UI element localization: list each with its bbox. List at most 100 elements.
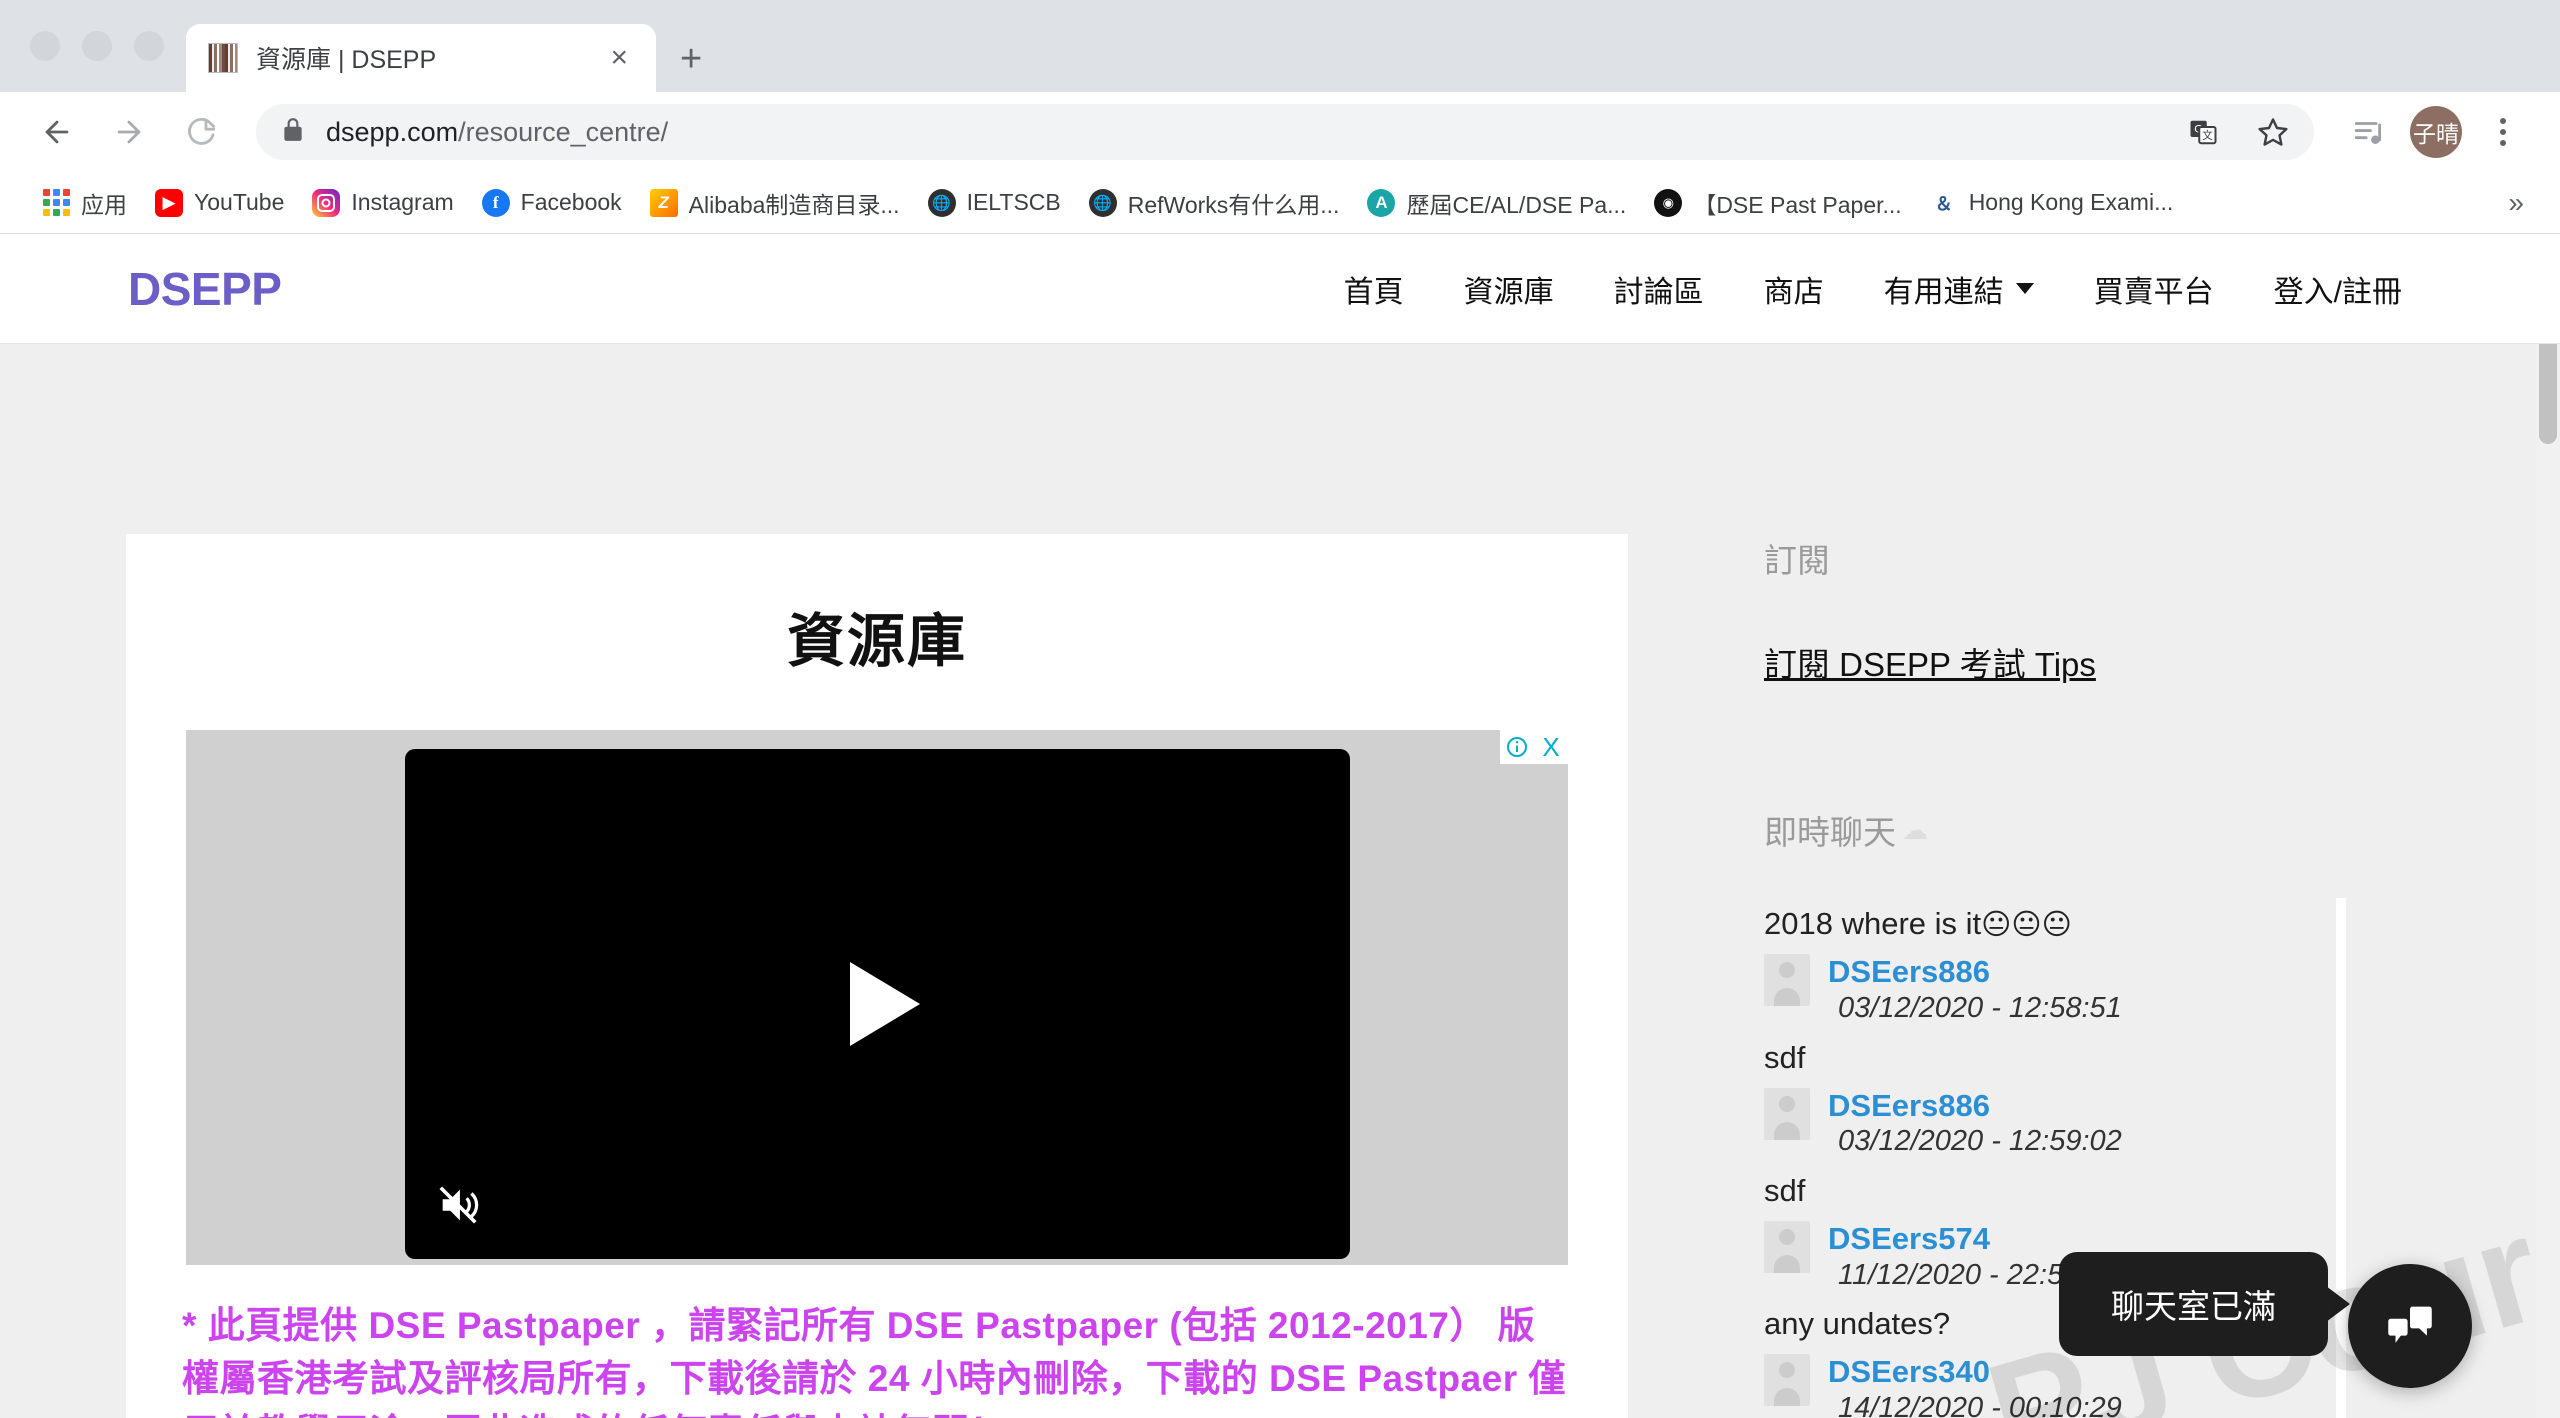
chat-username[interactable]: DSEers886 <box>1828 954 1990 989</box>
bookmark-label: Facebook <box>520 189 622 215</box>
bookmark-label: Instagram <box>351 189 454 215</box>
nav-item-login-register[interactable]: 登入/註冊 <box>2244 267 2432 311</box>
ad-close-icon[interactable]: X <box>1534 730 1568 764</box>
nav-item-marketplace[interactable]: 買賣平台 <box>2064 267 2244 311</box>
bookmark-label: 应用 <box>81 191 127 218</box>
instagram-icon <box>312 188 341 217</box>
media-control-icon[interactable] <box>2338 101 2400 163</box>
chat-body-text: 2018 where is it <box>1764 906 1982 941</box>
chat-timestamp: 14/12/2020 - 00:10:29 <box>1838 1391 2122 1418</box>
tab-title: 資源庫 | DSEPP <box>256 46 437 74</box>
star-icon[interactable] <box>2242 101 2304 163</box>
bookmark-apps[interactable]: 应用 <box>28 179 141 227</box>
chat-scrollbar-thumb[interactable] <box>2336 898 2346 1418</box>
ad-video-player[interactable] <box>404 748 1350 1259</box>
subscribe-link[interactable]: 訂閱 DSEPP 考試 Tips <box>1764 638 2096 686</box>
forward-arrow-icon[interactable] <box>98 101 160 163</box>
bookmark-youtube[interactable]: ▶ YouTube <box>141 179 298 227</box>
nav-item-useful-links[interactable]: 有用連結 <box>1854 267 2064 311</box>
seal-icon: ◉ <box>1654 188 1683 217</box>
bookmark-dse-past-paper[interactable]: ◉ 【DSE Past Paper... <box>1640 179 1915 227</box>
chat-room-full-tooltip: 聊天室已滿 <box>2059 1252 2328 1356</box>
avatar <box>1764 1354 1810 1407</box>
main-content-card: 資源庫 X * 此頁提供 DSE Pastpaper ，請緊記所有 DSE Pa… <box>126 534 1628 1418</box>
bookmark-facebook[interactable]: f Facebook <box>468 179 636 227</box>
chat-body: sdf <box>1764 1172 1806 1208</box>
nav-label: 登入/註冊 <box>2273 275 2402 309</box>
profile-avatar[interactable]: 子晴 <box>2410 106 2462 158</box>
minimize-window-button[interactable] <box>82 31 112 61</box>
nav-item-home[interactable]: 首頁 <box>1314 267 1434 311</box>
youtube-icon: ▶ <box>155 188 183 217</box>
reload-icon[interactable] <box>170 101 232 163</box>
translate-icon[interactable]: G文 <box>2172 101 2234 163</box>
chat-message: 2018 where is it😐😐😐 DSEers886 03/12/2020… <box>1764 898 2464 1032</box>
live-chat-heading: 即時聊天 ☁ <box>1764 806 2464 854</box>
bookmark-label: 歷屆CE/AL/DSE Pa... <box>1406 191 1627 218</box>
nav-item-shop[interactable]: 商店 <box>1734 267 1854 311</box>
site-navigation: 首頁 資源庫 討論區 商店 有用連結 買賣平台 登入/註冊 <box>1314 267 2432 311</box>
chat-identity: DSEers340 14/12/2020 - 00:10:29 <box>1828 1354 2122 1418</box>
hkeaa-icon: ＆ <box>1929 188 1958 217</box>
nav-item-resources[interactable]: 資源庫 <box>1434 267 1584 311</box>
apps-grid-icon <box>42 189 70 217</box>
globe-icon: 🌐 <box>1088 188 1117 217</box>
close-icon[interactable]: × <box>604 43 634 73</box>
bookmark-past-papers[interactable]: A 歷屆CE/AL/DSE Pa... <box>1353 179 1640 227</box>
chat-scrollbar[interactable] <box>2336 898 2346 1418</box>
chevron-down-icon <box>2015 283 2034 294</box>
chat-identity: DSEers886 03/12/2020 - 12:59:02 <box>1828 1088 2122 1161</box>
chat-bubbles-icon[interactable] <box>2348 1264 2472 1388</box>
subscribe-heading: 訂閱 <box>1764 542 1830 579</box>
back-arrow-icon[interactable] <box>26 101 88 163</box>
page-scrollbar[interactable] <box>2536 234 2560 1418</box>
bookmarks-overflow-button[interactable]: » <box>2508 187 2532 219</box>
new-tab-button[interactable]: + <box>680 40 702 78</box>
nav-label: 商店 <box>1763 275 1824 309</box>
tab-strip: 資源庫 | DSEPP × + <box>0 0 2560 92</box>
bookmark-label: RefWorks有什么用... <box>1127 191 1340 218</box>
chat-meta: DSEers886 03/12/2020 - 12:58:51 <box>1764 948 2464 1031</box>
address-bar[interactable]: dsepp.com/resource_centre/ G文 <box>256 104 2314 160</box>
bookmark-label: YouTube <box>194 189 285 215</box>
site-header: DSEPP 首頁 資源庫 討論區 商店 有用連結 買賣平台 登入/註冊 <box>0 234 2560 344</box>
emoji-run: 😐😐😐 <box>1981 909 2072 941</box>
ad-controls: X <box>1500 730 1568 764</box>
window-controls <box>16 0 186 92</box>
play-button[interactable] <box>850 961 920 1046</box>
site-logo[interactable]: DSEPP <box>128 262 282 316</box>
omnibox-actions: G文 <box>2172 101 2304 163</box>
bookmark-label: Alibaba制造商目录... <box>688 191 900 218</box>
chat-meta: DSEers886 03/12/2020 - 12:59:02 <box>1764 1082 2464 1165</box>
bookmark-refworks[interactable]: 🌐 RefWorks有什么用... <box>1075 179 1354 227</box>
advertisement-block: X <box>186 730 1568 1265</box>
url-domain: dsepp.com <box>326 116 459 147</box>
page-viewport: DSEPP 首頁 資源庫 討論區 商店 有用連結 買賣平台 登入/註冊 資源庫 <box>0 234 2560 1418</box>
books-favicon <box>208 43 238 73</box>
maximize-window-button[interactable] <box>134 31 164 61</box>
alibaba-icon: Z <box>649 188 678 217</box>
browser-tab[interactable]: 資源庫 | DSEPP × <box>186 24 656 92</box>
nav-item-forum[interactable]: 討論區 <box>1584 267 1734 311</box>
bookmark-instagram[interactable]: Instagram <box>298 179 467 227</box>
bookmarks-bar: 应用 ▶ YouTube Instagram f Facebook Z Alib… <box>0 172 2560 234</box>
chat-username[interactable]: DSEers886 <box>1828 1088 1990 1123</box>
kebab-menu-icon[interactable] <box>2472 101 2534 163</box>
close-window-button[interactable] <box>30 31 60 61</box>
nav-label: 有用連結 <box>1883 275 2004 309</box>
muted-volume-icon[interactable] <box>435 1182 481 1233</box>
ad-info-icon[interactable] <box>1500 730 1534 764</box>
nav-label: 資源庫 <box>1463 275 1554 309</box>
avatar <box>1764 1087 1810 1140</box>
chat-timestamp: 03/12/2020 - 12:58:51 <box>1838 991 2122 1024</box>
facebook-icon: f <box>481 188 510 217</box>
url-path: /resource_centre/ <box>458 116 669 147</box>
copyright-notice: * 此頁提供 DSE Pastpaper ，請緊記所有 DSE Pastpape… <box>182 1305 1566 1418</box>
bookmark-ieltscb[interactable]: 🌐 IELTSCB <box>914 179 1075 227</box>
chat-username[interactable]: DSEers574 <box>1828 1221 1990 1256</box>
teal-a-icon: A <box>1367 188 1396 217</box>
bookmark-alibaba[interactable]: Z Alibaba制造商目录... <box>636 179 914 227</box>
nav-label: 討論區 <box>1613 275 1704 309</box>
chat-username[interactable]: DSEers340 <box>1828 1354 1990 1389</box>
bookmark-hkeaa[interactable]: ＆ Hong Kong Exami... <box>1916 179 2188 227</box>
